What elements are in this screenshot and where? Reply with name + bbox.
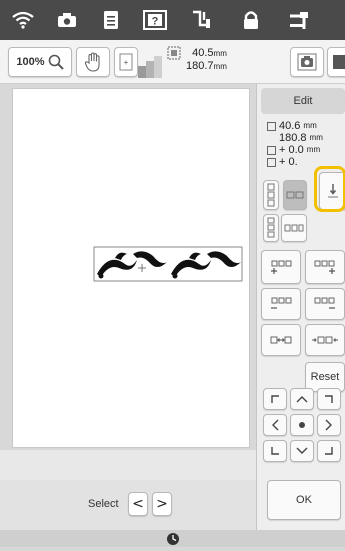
size-info: 40.6 mm 180.8 mm + 0.0 mm + 0.	[267, 120, 323, 168]
vertical-repeat-button[interactable]	[263, 180, 279, 210]
remove-left-button[interactable]	[261, 288, 301, 320]
svg-text:+: +	[124, 58, 129, 67]
select-area: Select < >	[0, 480, 256, 530]
center-button[interactable]	[290, 414, 314, 436]
move-down-right-button[interactable]	[317, 440, 341, 462]
arrow-down-icon	[296, 447, 308, 455]
horizontal-repeat-icon	[286, 191, 304, 199]
offset-x-unit: mm	[306, 145, 321, 154]
arrow-left-icon	[271, 419, 279, 431]
reset-label: Reset	[310, 371, 340, 383]
add-right-icon	[313, 259, 337, 275]
size-icon	[167, 46, 181, 65]
threading-icon[interactable]	[186, 6, 216, 34]
arrow-up-icon	[296, 395, 308, 403]
clock-icon[interactable]	[166, 532, 180, 551]
edit-tab-label: Edit	[293, 95, 313, 107]
height-unit: mm	[213, 62, 227, 71]
frame-icon: +	[119, 53, 133, 71]
scan-frame-button[interactable]	[327, 47, 345, 77]
corner-down-left-icon	[270, 446, 280, 456]
move-up-left-button[interactable]	[263, 388, 287, 410]
offset-y: + 0.	[279, 156, 298, 168]
offset-y-icon	[267, 157, 276, 167]
split-vertical-button[interactable]	[263, 214, 279, 242]
move-down-left-button[interactable]	[263, 440, 287, 462]
footer-bar	[0, 530, 345, 547]
select-next-button[interactable]: >	[152, 492, 172, 516]
hand-button[interactable]	[76, 47, 110, 77]
width-unit: mm	[213, 49, 227, 58]
spacing-shrink-button[interactable]	[305, 324, 345, 356]
horizontal-repeat-button[interactable]	[283, 180, 307, 210]
move-up-right-button[interactable]	[317, 388, 341, 410]
frame-size-steps	[138, 54, 164, 83]
wifi-icon[interactable]	[8, 6, 38, 34]
document-icon[interactable]	[96, 6, 126, 34]
highlight-callout	[314, 166, 345, 212]
top-bar: ?	[0, 0, 345, 40]
magnifier-icon	[48, 54, 64, 70]
offset-x: + 0.0	[279, 144, 304, 156]
lock-icon[interactable]	[236, 6, 266, 34]
spacing-shrink-icon	[311, 335, 339, 345]
center-dot-icon	[298, 421, 306, 429]
ok-label: OK	[296, 494, 312, 506]
move-up-button[interactable]	[290, 388, 314, 410]
size-width-unit: mm	[303, 121, 317, 130]
zoom-button[interactable]: 100%	[8, 47, 72, 77]
camera-scan-icon	[297, 53, 317, 71]
size-height: 180.8	[279, 132, 307, 144]
vertical-repeat-icon	[267, 183, 275, 207]
edit-tab[interactable]: Edit	[261, 88, 345, 114]
height-value: 180.7	[186, 60, 214, 72]
frame-display-button[interactable]: +	[114, 47, 138, 77]
ok-button[interactable]: OK	[267, 480, 341, 520]
sewing-machine-icon[interactable]	[284, 6, 314, 34]
corner-up-left-icon	[270, 394, 280, 404]
remove-right-button[interactable]	[305, 288, 345, 320]
arrow-right-icon	[325, 419, 333, 431]
select-label: Select	[88, 498, 119, 510]
move-left-button[interactable]	[263, 414, 287, 436]
camera-icon[interactable]	[52, 6, 82, 34]
spacing-expand-icon	[269, 335, 293, 345]
select-prev-button[interactable]: <	[128, 492, 148, 516]
embroidery-canvas[interactable]	[12, 88, 250, 448]
corner-up-right-icon	[324, 394, 334, 404]
size-width: 40.6	[279, 120, 301, 132]
remove-right-icon	[313, 296, 337, 312]
remove-left-icon	[269, 296, 293, 312]
svg-text:?: ?	[152, 16, 159, 28]
spacing-expand-button[interactable]	[261, 324, 301, 356]
pattern-dimensions: 40.5mm 180.7mm	[186, 47, 227, 73]
edit-panel: Edit 40.6 mm 180.8 mm + 0.0 mm + 0. Reset	[256, 84, 345, 530]
size-height-unit: mm	[309, 133, 323, 142]
split-vertical-icon	[267, 217, 275, 239]
select-prev-arrow: <	[132, 496, 144, 512]
offset-x-icon	[267, 145, 276, 155]
pattern-preview[interactable]	[93, 244, 243, 289]
hand-icon	[84, 52, 102, 72]
camera-preview-button[interactable]	[290, 47, 324, 77]
help-icon[interactable]: ?	[140, 6, 170, 34]
add-right-button[interactable]	[305, 250, 345, 284]
split-horizontal-button[interactable]	[281, 214, 307, 242]
corner-down-right-icon	[324, 446, 334, 456]
canvas-bottom-strip	[0, 450, 256, 480]
zoom-label: 100%	[16, 56, 45, 68]
add-left-button[interactable]	[261, 250, 301, 284]
scan-icon	[332, 53, 345, 71]
select-next-arrow: >	[156, 496, 168, 512]
toolbar: 100% + 40.5mm 180.7mm	[0, 40, 345, 84]
move-right-button[interactable]	[317, 414, 341, 436]
split-horizontal-icon	[284, 224, 304, 232]
width-value: 40.5	[192, 47, 214, 59]
move-down-button[interactable]	[290, 440, 314, 462]
add-left-icon	[269, 259, 293, 275]
size-icon	[267, 121, 276, 131]
